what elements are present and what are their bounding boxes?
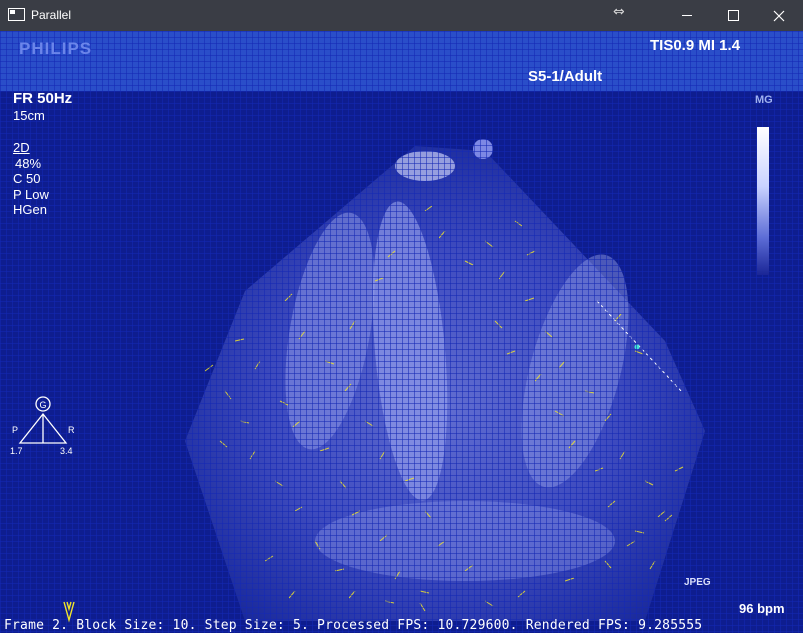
title-bar[interactable]: Parallel ⇔ bbox=[0, 0, 803, 31]
maximize-button[interactable] bbox=[710, 0, 756, 31]
minimize-button[interactable] bbox=[664, 0, 710, 31]
frame-rate-readout: FR 50Hz bbox=[13, 90, 73, 107]
processing-status-line: Frame 2. Block Size: 10. Step Size: 5. P… bbox=[4, 618, 703, 633]
tis-mi-readout: TIS0.9 MI 1.4 bbox=[650, 37, 741, 54]
app-window: Parallel ⇔ PHILIPS TIS0.9 MI 1.4 S5-1/Ad… bbox=[0, 0, 803, 633]
orientation-marker-letter: G bbox=[39, 400, 46, 410]
compress-readout: C 50 bbox=[13, 171, 41, 186]
orientation-marker: G P R 1.7 3.4 bbox=[10, 396, 75, 456]
ultrasound-view: PHILIPS TIS0.9 MI 1.4 S5-1/Adult FR 50Hz… bbox=[0, 31, 803, 633]
resize-icon: ⇔ bbox=[613, 4, 625, 20]
probe-preset: S5-1/Adult bbox=[528, 68, 603, 85]
mode-label: 2D bbox=[13, 140, 30, 155]
depth-readout: 15cm bbox=[13, 108, 45, 123]
gain-readout: 48% bbox=[15, 156, 42, 171]
brand-logo: PHILIPS bbox=[19, 39, 93, 58]
window-title: Parallel bbox=[31, 8, 72, 22]
colorbar-label: MG bbox=[755, 94, 773, 106]
close-icon bbox=[773, 10, 785, 21]
compression-tag: JPEG bbox=[684, 577, 711, 588]
orientation-right-value: 3.4 bbox=[60, 446, 73, 456]
orientation-left-label: P bbox=[12, 425, 18, 435]
orientation-right-label: R bbox=[68, 425, 75, 435]
orientation-left-value: 1.7 bbox=[10, 446, 23, 456]
heart-rate-readout: 96 bpm bbox=[739, 601, 785, 616]
close-button[interactable] bbox=[756, 0, 802, 31]
app-window-icon bbox=[8, 8, 25, 21]
power-readout: P Low bbox=[13, 187, 49, 202]
harmonic-readout: HGen bbox=[13, 202, 47, 217]
grayscale-bar bbox=[757, 127, 769, 275]
ultrasound-sector-image bbox=[185, 139, 705, 621]
